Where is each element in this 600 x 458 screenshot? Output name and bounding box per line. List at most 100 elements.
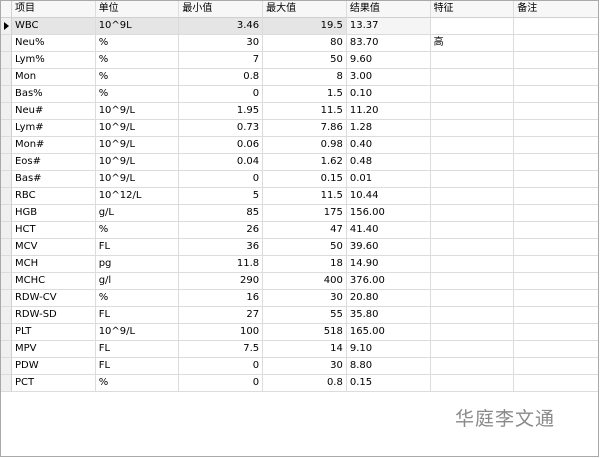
cell-item[interactable]: PDW [11,358,96,375]
cell-max[interactable]: 518 [263,324,347,341]
cell-feature[interactable] [430,205,515,222]
cell-max[interactable]: 18 [263,256,347,273]
cell-remark[interactable] [514,69,598,86]
cell-min[interactable]: 3.46 [179,18,264,35]
cell-min[interactable]: 0.8 [179,69,264,86]
cell-item[interactable]: HCT [11,222,96,239]
cell-max[interactable]: 1.5 [263,86,347,103]
cell-min[interactable]: 0.04 [179,154,264,171]
table-row[interactable]: HGB g/L 85 175 156.00 [1,205,598,222]
table-row[interactable]: HCT% 26 47 41.40 [1,222,598,239]
cell-max[interactable]: 0.98 [263,137,347,154]
cell-item[interactable]: Neu% [11,35,96,52]
cell-remark[interactable] [514,35,598,52]
cell-min[interactable]: 5 [179,188,264,205]
column-header-feature[interactable]: 特征 [430,1,515,18]
row-selector[interactable] [1,69,12,86]
cell-unit[interactable]: % [95,69,180,86]
cell-result[interactable]: 156.00 [346,205,431,222]
table-row[interactable]: MCV FL 36 50 39.60 [1,239,598,256]
cell-item[interactable]: Lym# [11,120,96,137]
cell-remark[interactable] [514,358,598,375]
cell-unit[interactable]: FL [95,358,180,375]
cell-unit[interactable]: g/L [95,205,180,222]
cell-result[interactable]: 14.90 [346,256,431,273]
cell-remark[interactable] [514,307,598,324]
cell-max[interactable]: 0.15 [263,171,347,188]
cell-max[interactable]: 80 [263,35,347,52]
cell-max[interactable]: 50 [263,52,347,69]
row-selector[interactable] [1,239,12,256]
row-selector[interactable] [1,154,12,171]
cell-min[interactable]: 27 [179,307,264,324]
cell-remark[interactable] [514,205,598,222]
cell-min[interactable]: 16 [179,290,264,307]
table-row[interactable]: Neu# 10^9/L 1.95 11.5 11.20 [1,103,598,120]
cell-unit[interactable]: % [95,52,180,69]
cell-unit[interactable]: 10^9/L [95,103,180,120]
cell-min[interactable]: 100 [179,324,264,341]
column-header-max[interactable]: 最大值 [263,1,347,18]
row-selector[interactable] [1,52,12,69]
cell-unit[interactable]: 10^9/L [95,137,180,154]
row-selector[interactable] [1,35,12,52]
cell-result[interactable]: 0.48 [346,154,431,171]
cell-feature[interactable] [430,120,515,137]
cell-unit[interactable]: 10^9/L [95,120,180,137]
cell-result[interactable]: 9.10 [346,341,431,358]
cell-item[interactable]: RDW-CV [11,290,96,307]
cell-remark[interactable] [514,290,598,307]
cell-max[interactable]: 8 [263,69,347,86]
cell-remark[interactable] [514,18,598,35]
cell-min[interactable]: 0.06 [179,137,264,154]
cell-max[interactable]: 30 [263,290,347,307]
cell-result[interactable]: 20.80 [346,290,431,307]
cell-unit[interactable]: % [95,290,180,307]
cell-unit[interactable]: 10^9/L [95,171,180,188]
cell-result[interactable]: 8.80 [346,358,431,375]
table-row[interactable]: Mon# 10^9/L 0.06 0.98 0.40 [1,137,598,154]
cell-result[interactable]: 41.40 [346,222,431,239]
column-header-unit[interactable]: 单位 [95,1,180,18]
cell-feature[interactable] [430,358,515,375]
column-header-result[interactable]: 结果值 [346,1,431,18]
row-selector[interactable] [1,290,12,307]
cell-item[interactable]: RBC [11,188,96,205]
cell-item[interactable]: MCH [11,256,96,273]
row-selector[interactable] [1,307,12,324]
cell-feature[interactable] [430,273,515,290]
cell-feature[interactable] [430,86,515,103]
cell-unit[interactable]: 10^9/L [95,324,180,341]
table-row[interactable]: MCHC g/l 290 400 376.00 [1,273,598,290]
cell-max[interactable]: 175 [263,205,347,222]
cell-min[interactable]: 0 [179,358,264,375]
table-row[interactable]: MPV FL 7.5 14 9.10 [1,341,598,358]
cell-unit[interactable]: g/l [95,273,180,290]
cell-item[interactable]: Bas% [11,86,96,103]
cell-unit[interactable]: 10^9/L [95,154,180,171]
cell-result[interactable]: 39.60 [346,239,431,256]
cell-min[interactable]: 0 [179,86,264,103]
cell-max[interactable]: 1.62 [263,154,347,171]
cell-remark[interactable] [514,222,598,239]
cell-feature[interactable] [430,222,515,239]
cell-max[interactable]: 400 [263,273,347,290]
cell-remark[interactable] [514,103,598,120]
cell-max[interactable]: 11.5 [263,188,347,205]
cell-feature[interactable] [430,69,515,86]
cell-remark[interactable] [514,324,598,341]
cell-unit[interactable]: FL [95,239,180,256]
table-row[interactable]: RDW-CV% 16 30 20.80 [1,290,598,307]
table-row[interactable]: Lym%% 7 50 9.60 [1,52,598,69]
cell-max[interactable]: 47 [263,222,347,239]
cell-unit[interactable]: % [95,35,180,52]
cell-remark[interactable] [514,341,598,358]
cell-feature[interactable] [430,103,515,120]
cell-result[interactable]: 0.40 [346,137,431,154]
table-row[interactable]: Bas%% 0 1.5 0.10 [1,86,598,103]
row-selector[interactable] [1,222,12,239]
cell-remark[interactable] [514,154,598,171]
cell-unit[interactable]: 10^12/L [95,188,180,205]
column-header-min[interactable]: 最小值 [179,1,264,18]
cell-max[interactable]: 11.5 [263,103,347,120]
